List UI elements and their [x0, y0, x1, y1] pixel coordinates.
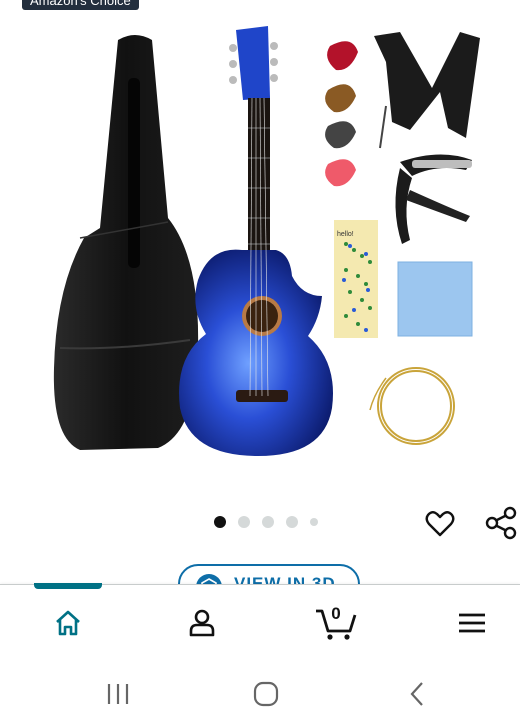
nav-home[interactable]: [48, 603, 88, 643]
gig-bag: [53, 35, 199, 450]
guitar: [179, 26, 333, 456]
active-tab-indicator: [34, 583, 102, 589]
menu-icon: [459, 613, 485, 633]
guitar-picks: [325, 41, 358, 187]
guitar-strings: [369, 367, 455, 445]
guitar-strap: [374, 32, 480, 149]
back-chevron-icon: [410, 682, 423, 706]
capo: [395, 154, 472, 244]
fretboard-sticker: hello!: [334, 220, 378, 338]
heart-icon: [425, 511, 455, 537]
recent-apps-icon: [107, 684, 129, 704]
carousel-dot[interactable]: [262, 516, 274, 528]
home-circle-icon: [253, 681, 279, 707]
carousel-dot[interactable]: [238, 516, 250, 528]
share-button[interactable]: [484, 506, 518, 540]
carousel-dot[interactable]: [214, 516, 226, 528]
back-button[interactable]: [402, 678, 434, 710]
image-carousel-dots: [214, 516, 318, 528]
home-system-button[interactable]: [250, 678, 282, 710]
nav-account[interactable]: [182, 603, 222, 643]
home-icon: [56, 610, 80, 636]
wishlist-button[interactable]: [424, 508, 456, 540]
amazons-choice-badge: Amazon's Choice: [22, 0, 139, 10]
share-icon: [485, 506, 517, 540]
carousel-dot[interactable]: [310, 518, 318, 526]
system-navigation-bar: [0, 656, 520, 728]
cart-count: 0: [331, 604, 341, 623]
recent-apps-button[interactable]: [102, 678, 134, 710]
product-image[interactable]: hello!: [40, 18, 490, 488]
nav-menu[interactable]: [452, 603, 492, 643]
bottom-navigation: 0: [0, 583, 520, 657]
polishing-cloth: [397, 261, 473, 337]
user-icon: [189, 609, 215, 637]
svg-text:hello!: hello!: [337, 231, 354, 238]
nav-cart[interactable]: 0: [312, 603, 360, 643]
carousel-dot[interactable]: [286, 516, 298, 528]
